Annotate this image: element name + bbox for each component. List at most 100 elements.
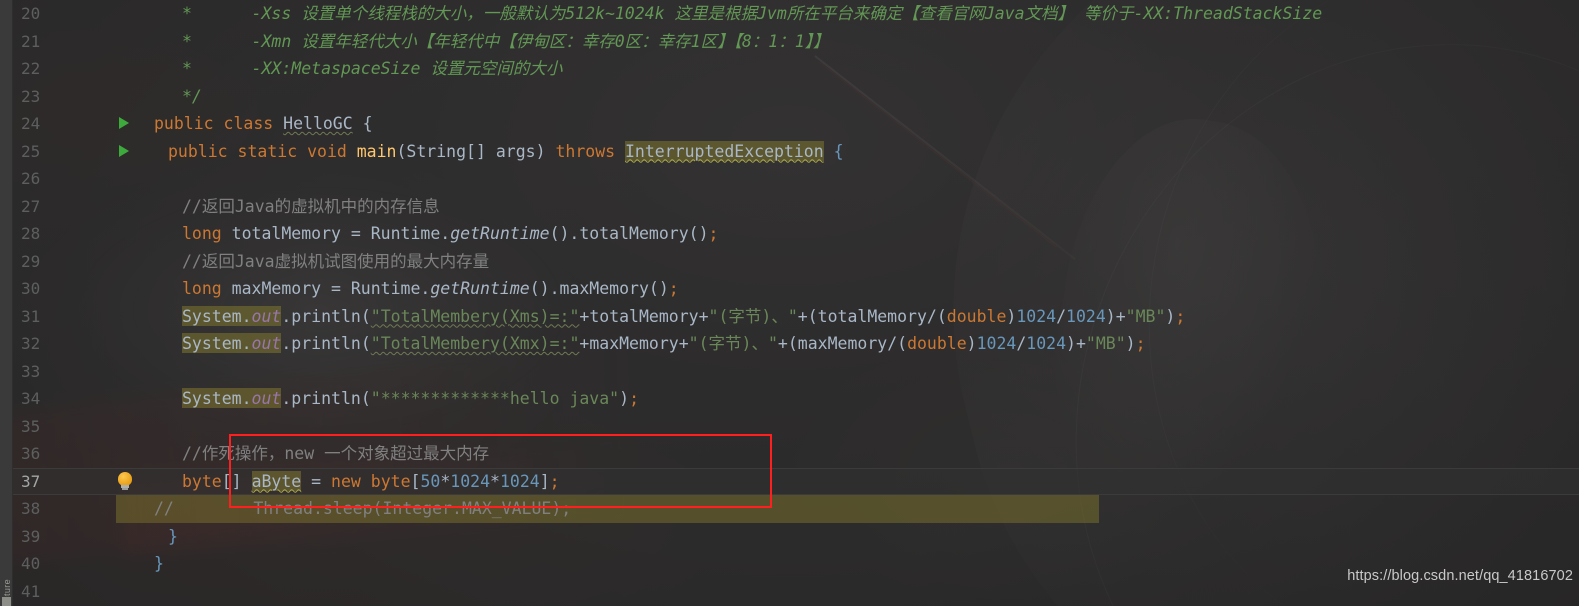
editor-gutter-cell[interactable]	[71, 110, 154, 138]
code-token: }	[154, 554, 164, 573]
code-token: getRuntime	[450, 224, 550, 243]
editor-line-code[interactable]: System.out.println("TotalMembery(Xms)=:"…	[154, 303, 1579, 331]
editor-line[interactable]: 35	[13, 413, 1579, 441]
editor-line[interactable]: 34 System.out.println("*************hello…	[13, 385, 1579, 413]
editor-line-code[interactable]: long totalMemory = Runtime.getRuntime().…	[154, 220, 1579, 248]
code-token: )	[1125, 334, 1136, 353]
code-token: (String[] args)	[396, 141, 556, 161]
editor-line[interactable]: 22 * -XX:MetaspaceSize 设置元空间的大小	[13, 55, 1579, 83]
editor-gutter-cell[interactable]	[71, 385, 154, 413]
code-token: long	[182, 279, 232, 298]
code-token: */	[182, 86, 202, 106]
editor-line[interactable]: 41	[13, 578, 1579, 606]
line-number: 26	[21, 169, 41, 188]
editor-line[interactable]: 39}	[13, 523, 1579, 551]
line-number: 27	[21, 196, 41, 216]
tool-window-stripe[interactable]: Structure	[0, 0, 13, 606]
code-token: System.	[182, 333, 252, 353]
code-token: maxMemory = Runtime.	[231, 279, 431, 298]
editor-line-code[interactable]: */	[154, 83, 1579, 111]
tool-window-stripe-marker	[2, 597, 11, 606]
editor-gutter-cell[interactable]	[71, 578, 154, 606]
editor-gutter-cell[interactable]	[71, 303, 154, 331]
editor-line[interactable]: 32 System.out.println("TotalMembery(Xmx)=…	[13, 330, 1579, 358]
editor-gutter-cell[interactable]	[71, 193, 154, 221]
editor-line[interactable]: 25 public static void main(String[] args)…	[13, 138, 1579, 166]
editor-line-code[interactable]: System.out.println("TotalMembery(Xmx)=:"…	[154, 330, 1579, 358]
editor-gutter-cell[interactable]	[71, 165, 154, 193]
editor-line-code[interactable]: }	[154, 523, 1579, 551]
editor-gutter-cell[interactable]	[71, 138, 154, 166]
editor-line[interactable]: 27 //返回Java的虚拟机中的内存信息	[13, 193, 1579, 221]
editor-line[interactable]: 23 */	[13, 83, 1579, 111]
editor-line-code[interactable]: byte[] aByte = new byte[50*1024*1024];	[154, 468, 1579, 496]
editor-gutter-cell[interactable]	[71, 550, 154, 578]
editor-line[interactable]: 26	[13, 165, 1579, 193]
editor-gutter-cell[interactable]	[71, 28, 154, 56]
code-token: double	[946, 306, 1007, 326]
intention-bulb-icon[interactable]	[115, 471, 135, 492]
code-token: 1024	[450, 471, 491, 491]
line-number: 22	[21, 59, 41, 78]
editor-line[interactable]: 21 * -Xmn 设置年轻代大小【年轻代中【伊甸区：幸存0区：幸存1区】【8：1…	[13, 28, 1579, 56]
editor-gutter-cell[interactable]	[71, 468, 154, 496]
editor-line[interactable]: 36 //作死操作，new 一个对象超过最大内存	[13, 440, 1579, 468]
code-token: 1024	[1066, 306, 1106, 326]
editor-line-code[interactable]: //返回Java的虚拟机中的内存信息	[154, 193, 1579, 221]
code-token: )	[1165, 306, 1176, 326]
code-token: "MB"	[1125, 306, 1166, 326]
code-editor-area[interactable]: 20 * -Xss 设置单个线程栈的大小，一般默认为512k~1024k 这里是根…	[13, 0, 1579, 606]
editor-gutter-cell[interactable]	[71, 440, 154, 468]
code-token: ().totalMemory()	[549, 224, 709, 243]
editor-line-code[interactable]: //返回Java虚拟机试图使用的最大内存量	[154, 248, 1579, 276]
editor-line-code[interactable]: // Thread.sleep(Integer.MAX_VALUE);	[154, 495, 1579, 523]
editor-gutter-cell[interactable]	[71, 275, 154, 303]
editor-gutter-cell[interactable]	[71, 83, 154, 111]
editor-line[interactable]: 31 System.out.println("TotalMembery(Xms)=…	[13, 303, 1579, 331]
code-token: .println(	[281, 389, 371, 408]
editor-line[interactable]: 40}	[13, 550, 1579, 578]
code-token: +(totalMemory/(	[797, 306, 947, 326]
bulb-base-ring	[122, 487, 128, 490]
editor-gutter-cell[interactable]	[71, 220, 154, 248]
editor-gutter-cell[interactable]	[71, 55, 154, 83]
editor-gutter-cell[interactable]	[71, 248, 154, 276]
editor-gutter-cell[interactable]	[71, 523, 154, 551]
editor-gutter-cell[interactable]	[71, 413, 154, 441]
code-token: 1024	[1016, 306, 1057, 326]
editor-line-code[interactable]: System.out.println("*************hello j…	[154, 385, 1579, 413]
code-token: )	[966, 334, 977, 353]
editor-line[interactable]: 28 long totalMemory = Runtime.getRuntime(…	[13, 220, 1579, 248]
editor-line-code[interactable]: * -Xmn 设置年轻代大小【年轻代中【伊甸区：幸存0区：幸存1区】【8：1：1…	[154, 28, 1579, 56]
code-token: out	[251, 305, 282, 326]
line-number: 28	[21, 224, 41, 243]
editor-gutter-cell[interactable]	[71, 0, 154, 28]
editor-line[interactable]: 24 public class HelloGC {	[13, 110, 1579, 138]
code-token: "(字节)、"	[708, 306, 798, 326]
editor-line-code[interactable]: //作死操作，new 一个对象超过最大内存	[154, 440, 1579, 468]
editor-line[interactable]: 30 long maxMemory = Runtime.getRuntime().…	[13, 275, 1579, 303]
editor-line[interactable]: 37 byte[] aByte = new byte[50*1024*1024];	[13, 467, 1579, 496]
editor-line-code[interactable]: public static void main(String[] args) t…	[154, 138, 1579, 166]
editor-gutter-cell[interactable]	[71, 358, 154, 386]
code-token: public static void	[168, 141, 357, 161]
code-token: 1024	[499, 471, 540, 491]
editor-gutter-cell[interactable]	[71, 495, 154, 523]
code-token: {	[352, 114, 373, 133]
editor-line-code[interactable]: * -XX:MetaspaceSize 设置元空间的大小	[154, 55, 1579, 83]
code-token: out	[251, 388, 282, 408]
line-number: 23	[21, 86, 41, 106]
editor-line-code[interactable]: long maxMemory = Runtime.getRuntime().ma…	[154, 275, 1579, 303]
editor-line[interactable]: 29 //返回Java虚拟机试图使用的最大内存量	[13, 248, 1579, 276]
editor-line[interactable]: 38 // Thread.sleep(Integer.MAX_VALUE);	[13, 495, 1579, 523]
editor-line-code[interactable]: * -Xss 设置单个线程栈的大小，一般默认为512k~1024k 这里是根据J…	[154, 0, 1579, 28]
editor-line[interactable]: 20 * -Xss 设置单个线程栈的大小，一般默认为512k~1024k 这里是根…	[13, 0, 1579, 28]
code-token: +maxMemory+	[579, 334, 689, 353]
editor-gutter-cell[interactable]	[71, 330, 154, 358]
code-token: []	[221, 471, 252, 491]
run-arrow-icon[interactable]	[119, 117, 129, 129]
editor-line-code[interactable]: public class HelloGC {	[154, 110, 1579, 138]
editor-line[interactable]: 33	[13, 358, 1579, 386]
run-arrow-icon[interactable]	[119, 144, 129, 157]
